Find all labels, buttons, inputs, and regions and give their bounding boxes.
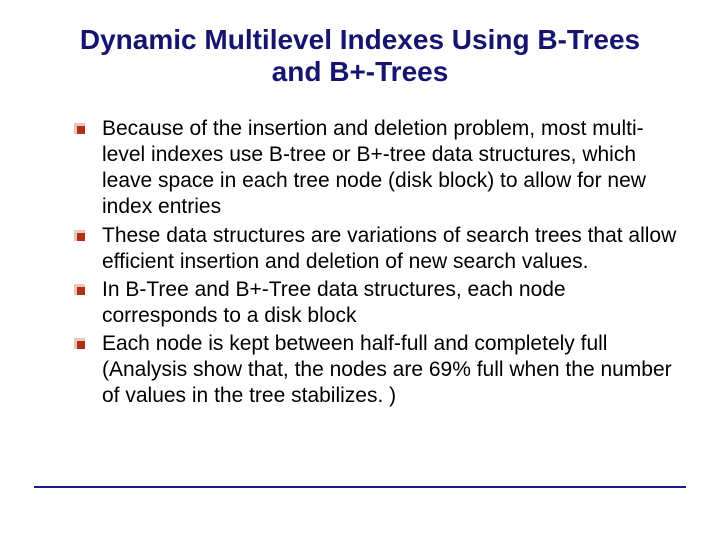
slide: Dynamic Multilevel Indexes Using B-Trees… xyxy=(0,0,720,540)
bullet-text: Each node is kept between half-full and … xyxy=(102,332,672,407)
square-bullet-icon xyxy=(74,284,85,295)
bullet-text: In B-Tree and B+-Tree data structures, e… xyxy=(102,278,566,327)
bullet-text: These data structures are variations of … xyxy=(102,224,676,273)
title-line-2: and B+-Trees xyxy=(272,56,449,87)
divider-line xyxy=(34,486,686,488)
square-bullet-icon xyxy=(74,123,85,134)
bullet-list: Because of the insertion and deletion pr… xyxy=(74,116,680,408)
title-line-1: Dynamic Multilevel Indexes Using B-Trees xyxy=(80,24,640,55)
list-item: In B-Tree and B+-Tree data structures, e… xyxy=(74,277,680,329)
square-bullet-icon xyxy=(74,338,85,349)
bullet-text: Because of the insertion and deletion pr… xyxy=(102,117,646,218)
slide-title: Dynamic Multilevel Indexes Using B-Trees… xyxy=(40,24,680,88)
square-bullet-icon xyxy=(74,230,85,241)
list-item: These data structures are variations of … xyxy=(74,223,680,275)
list-item: Because of the insertion and deletion pr… xyxy=(74,116,680,220)
list-item: Each node is kept between half-full and … xyxy=(74,331,680,409)
